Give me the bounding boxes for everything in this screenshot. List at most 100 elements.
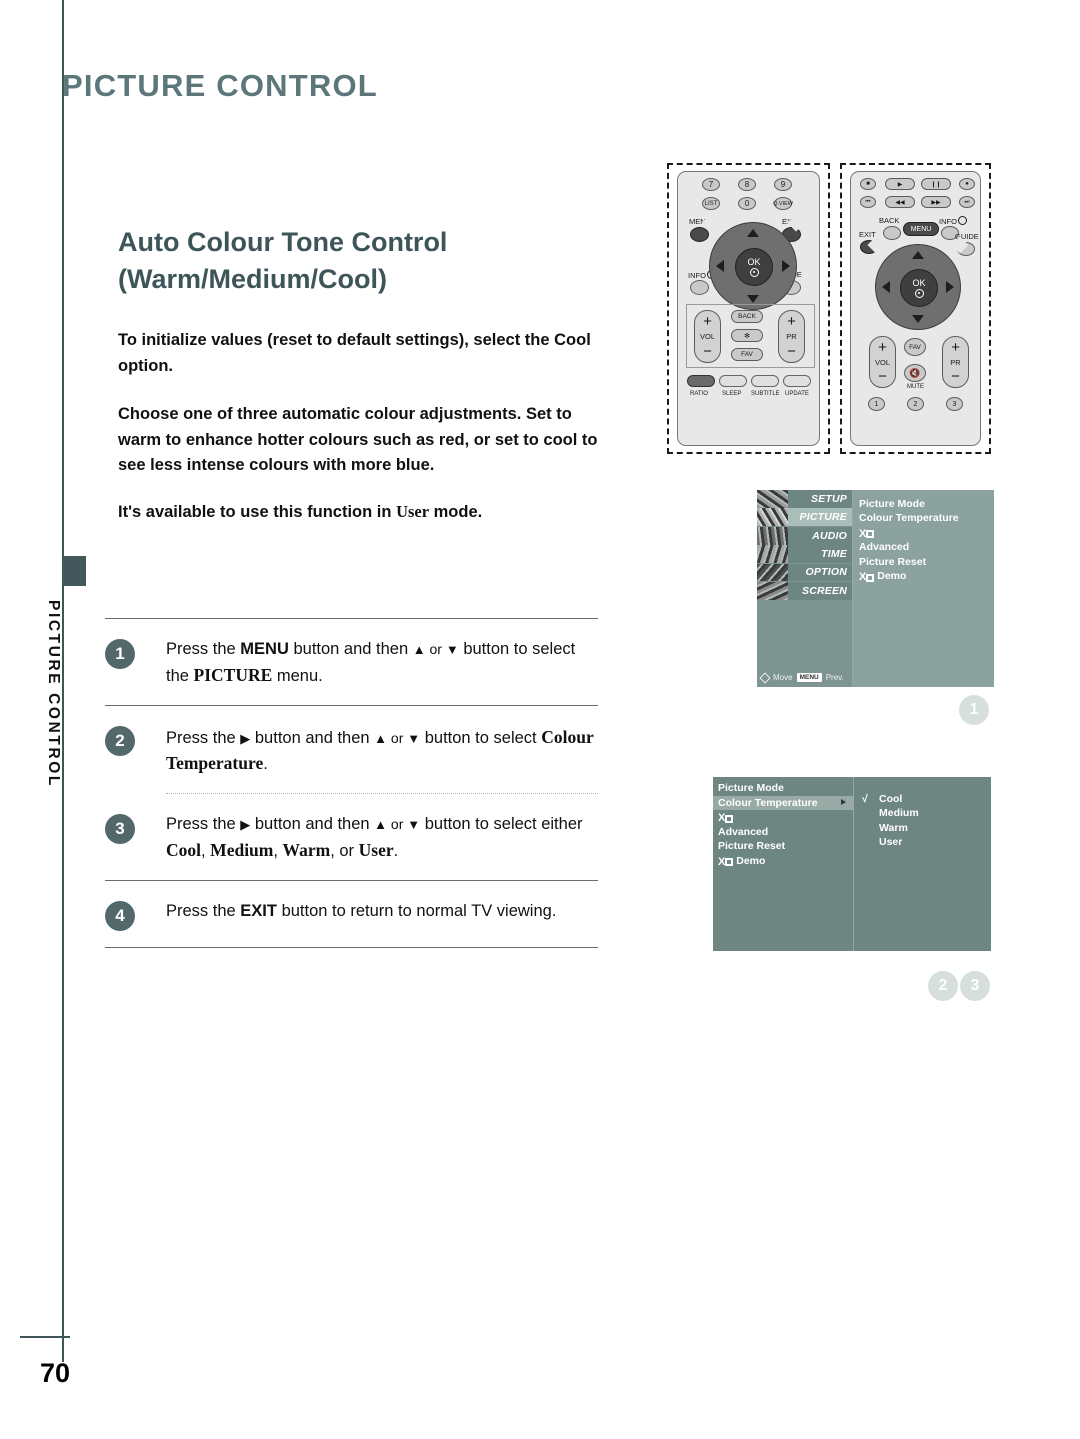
- nav-down-icon[interactable]: [747, 295, 759, 303]
- pr-plus-icon[interactable]: +: [787, 314, 796, 329]
- remote-key-menu[interactable]: [690, 227, 709, 242]
- remote-key-record[interactable]: ●: [959, 178, 975, 190]
- osd-menu-tab-audio[interactable]: AUDIO: [757, 526, 852, 545]
- nav-up-icon[interactable]: [747, 229, 759, 237]
- down-arrow-icon: ▼: [445, 642, 459, 657]
- ok-label: OK: [747, 256, 761, 267]
- osd-menu-tab-label: SETUP: [810, 492, 847, 505]
- remote-key-stop[interactable]: ■: [860, 178, 876, 190]
- step-item-2: 2 Press the ▶ button and then ▲ or ▼ but…: [105, 706, 605, 794]
- pr-minus-icon[interactable]: −: [951, 369, 960, 384]
- callout-bubble-3: 3: [960, 971, 990, 1001]
- remote-key-2[interactable]: 2: [907, 397, 924, 411]
- remote-key-ratio[interactable]: [687, 375, 715, 387]
- remote-key-ok[interactable]: OK: [735, 248, 773, 286]
- remote-nav-wheel[interactable]: OK: [701, 214, 805, 318]
- osd-menu-tab-option[interactable]: OPTION: [757, 563, 852, 582]
- remote-key-skip-back[interactable]: ⏮: [860, 196, 876, 208]
- remote-key-fav[interactable]: FAV: [904, 338, 926, 356]
- remote-key-volume[interactable]: + VOL −: [869, 336, 896, 388]
- remote-key-qview[interactable]: Q.VIEW: [773, 197, 793, 210]
- remote-key-play[interactable]: ▶: [885, 178, 915, 190]
- remote-nav-wheel[interactable]: OK: [867, 236, 969, 338]
- osd-option-warm[interactable]: Warm: [860, 821, 991, 836]
- step3-medium-keyword: Medium: [210, 839, 274, 860]
- remote-key-info[interactable]: [690, 280, 709, 295]
- pr-minus-icon[interactable]: −: [787, 344, 796, 359]
- xd-logo-icon: X: [859, 528, 875, 540]
- remote-key-back[interactable]: [883, 226, 901, 240]
- vol-minus-icon[interactable]: −: [703, 344, 712, 359]
- osd-submenu-item[interactable]: Picture Reset: [713, 839, 853, 854]
- osd-submenu-item[interactable]: Picture Mode: [713, 781, 853, 796]
- nav-left-icon[interactable]: [882, 281, 890, 293]
- osd-item[interactable]: Colour Temperature: [859, 511, 994, 525]
- remote-key-subtitle[interactable]: [751, 375, 779, 387]
- osd-menu-tab-label: AUDIO: [812, 529, 847, 542]
- remote-key-rewind[interactable]: ◀◀: [885, 196, 915, 208]
- osd-submenu-item[interactable]: X: [713, 810, 853, 825]
- remote-key-fast-forward[interactable]: ▶▶: [921, 196, 951, 208]
- remote-key-star[interactable]: ✻: [731, 329, 763, 342]
- remote-key-ok[interactable]: OK: [900, 269, 938, 307]
- vol-plus-icon[interactable]: +: [878, 340, 887, 355]
- nav-down-icon[interactable]: [912, 315, 924, 323]
- osd-item[interactable]: X Demo: [859, 569, 994, 583]
- remote-key-fav[interactable]: FAV: [731, 348, 763, 361]
- wheel-notch: [951, 320, 969, 338]
- remote-key-list[interactable]: LIST: [702, 197, 720, 210]
- remote-key-9[interactable]: 9: [774, 178, 792, 191]
- remote-key-sleep[interactable]: [719, 375, 747, 387]
- pr-plus-icon[interactable]: +: [951, 340, 960, 355]
- osd-submenu-left-column: Picture Mode Colour Temperature X Advanced P…: [713, 777, 854, 951]
- check-icon: √: [862, 792, 868, 805]
- osd-submenu-item[interactable]: X Demo: [713, 854, 853, 869]
- nav-up-icon[interactable]: [912, 251, 924, 259]
- osd-option-medium[interactable]: Medium: [860, 806, 991, 821]
- vol-plus-icon[interactable]: +: [703, 314, 712, 329]
- remote-key-1[interactable]: 1: [868, 397, 885, 411]
- osd-item[interactable]: Picture Mode: [859, 497, 994, 511]
- remote-key-8[interactable]: 8: [738, 178, 756, 191]
- step4-post: button to return to normal TV viewing.: [276, 901, 557, 920]
- remote-key-volume[interactable]: + VOL −: [694, 310, 721, 363]
- nav-right-icon[interactable]: [782, 260, 790, 272]
- remote-key-0[interactable]: 0: [738, 197, 756, 210]
- osd-item[interactable]: Picture Reset: [859, 555, 994, 569]
- step-divider: [105, 946, 598, 948]
- osd-menu-tab-setup[interactable]: SETUP: [757, 490, 852, 508]
- vol-minus-icon[interactable]: −: [878, 369, 887, 384]
- step1-mid1: button and then: [288, 640, 413, 658]
- remote-key-pause[interactable]: ❙❙: [921, 178, 951, 190]
- remote-label-sleep: SLEEP: [722, 391, 742, 397]
- osd-item[interactable]: X: [859, 526, 994, 540]
- remote-key-7[interactable]: 7: [702, 178, 720, 191]
- nav-right-icon[interactable]: [946, 281, 954, 293]
- remote-key-menu[interactable]: MENU: [903, 222, 939, 236]
- remote-key-3[interactable]: 3: [946, 397, 963, 411]
- step-text: Press the ▶ button and then ▲ or ▼ butto…: [166, 724, 596, 778]
- xd-logo-icon: X: [859, 572, 875, 583]
- osd-footer-menu-key: MENU: [796, 673, 822, 682]
- osd-footer-prev-label: Prev.: [825, 673, 844, 682]
- remote-key-update[interactable]: [783, 375, 811, 387]
- remote-key-mute[interactable]: 🔇: [904, 364, 926, 382]
- step-text: Press the ▶ button and then ▲ or ▼ butto…: [166, 812, 596, 864]
- osd-item[interactable]: Advanced: [859, 540, 994, 554]
- sidebar-chapter-label: PICTURE CONTROL: [45, 600, 62, 788]
- osd-menu-tab-label: SCREEN: [802, 584, 847, 597]
- osd-option-user[interactable]: User: [860, 835, 991, 850]
- remote-key-back[interactable]: BACK: [731, 310, 763, 323]
- down-arrow-icon: ▼: [407, 817, 421, 832]
- osd-menu-tab-time[interactable]: TIME: [757, 545, 852, 563]
- osd-menu-tab-picture[interactable]: PICTURE: [757, 508, 852, 527]
- osd-menu-tab-screen[interactable]: SCREEN: [757, 581, 852, 600]
- osd-option-cool[interactable]: √ Cool: [860, 792, 991, 807]
- nav-left-icon[interactable]: [716, 260, 724, 272]
- remote-key-programme[interactable]: + PR −: [778, 310, 805, 363]
- remote-key-skip-forward[interactable]: ⏭: [959, 196, 975, 208]
- remote-key-programme[interactable]: + PR −: [942, 336, 969, 388]
- osd-submenu-item[interactable]: Advanced: [713, 825, 853, 840]
- osd-submenu-item[interactable]: Colour Temperature: [713, 795, 853, 810]
- osd-colour-temperature-options: √ Cool Medium Warm User: [854, 777, 991, 850]
